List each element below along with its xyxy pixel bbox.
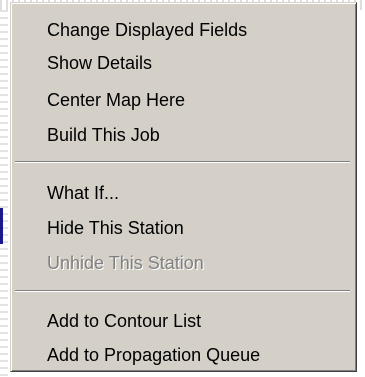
menu-item-what-if[interactable]: What If... bbox=[47, 178, 119, 208]
menu-item-build-this-job[interactable]: Build This Job bbox=[47, 120, 160, 150]
menu-separator bbox=[15, 290, 350, 292]
background-map-edge-left bbox=[0, 10, 8, 377]
menu-item-hide-this-station[interactable]: Hide This Station bbox=[47, 213, 184, 243]
background-map-mark bbox=[0, 208, 3, 244]
context-menu: Change Displayed Fields Show Details Cen… bbox=[10, 2, 357, 372]
menu-item-add-to-propagation-queue[interactable]: Add to Propagation Queue bbox=[47, 340, 260, 370]
menu-item-add-to-contour-list[interactable]: Add to Contour List bbox=[47, 306, 201, 336]
menu-item-show-details[interactable]: Show Details bbox=[47, 48, 152, 78]
menu-separator bbox=[15, 161, 350, 163]
menu-item-unhide-this-station: Unhide This Station bbox=[47, 253, 204, 273]
menu-item-center-map-here[interactable]: Center Map Here bbox=[47, 85, 185, 115]
menu-item-change-displayed-fields[interactable]: Change Displayed Fields bbox=[47, 15, 247, 45]
